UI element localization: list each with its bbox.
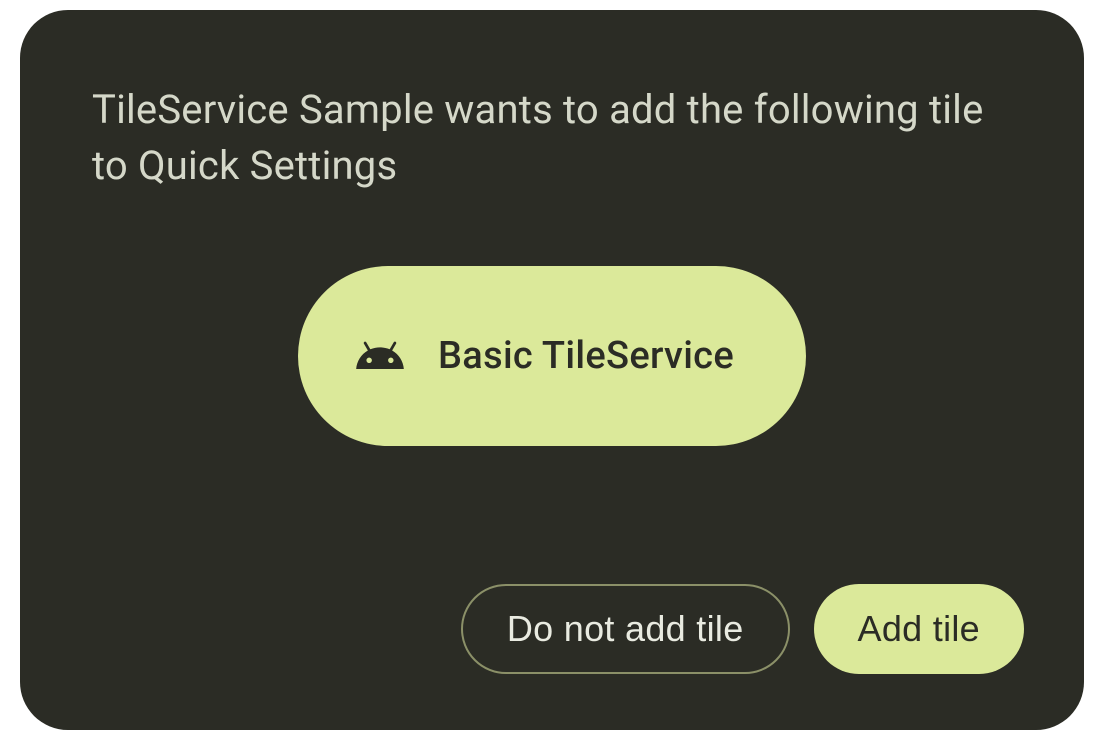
dialog-message: TileService Sample wants to add the foll… <box>92 82 1012 194</box>
tile-preview: Basic TileService <box>298 266 806 446</box>
android-icon <box>354 330 406 382</box>
add-tile-button[interactable]: Add tile <box>814 584 1024 674</box>
add-tile-dialog: TileService Sample wants to add the foll… <box>20 10 1084 730</box>
tile-preview-container: Basic TileService <box>92 266 1012 446</box>
do-not-add-tile-button[interactable]: Do not add tile <box>461 584 790 674</box>
dialog-button-row: Do not add tile Add tile <box>92 584 1024 674</box>
tile-label: Basic TileService <box>438 334 734 378</box>
